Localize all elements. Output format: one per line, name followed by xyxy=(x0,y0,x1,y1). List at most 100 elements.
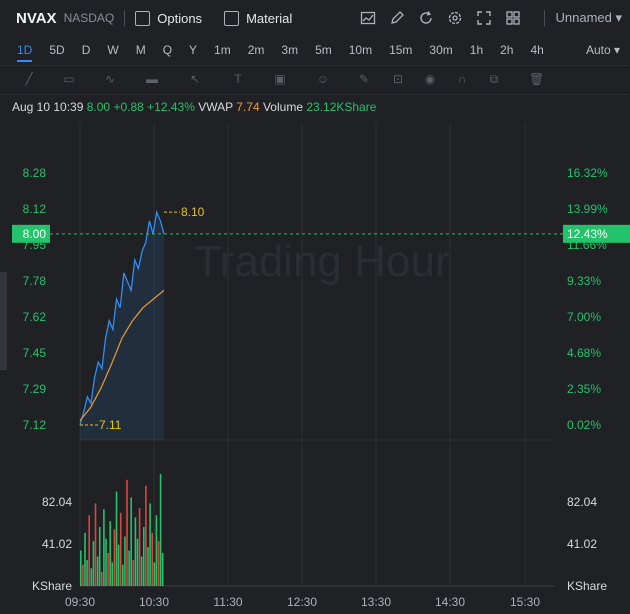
image-icon[interactable]: ▣ xyxy=(273,72,287,86)
timeframe-d[interactable]: D xyxy=(82,43,91,57)
timeframe-4h[interactable]: 4h xyxy=(530,43,543,57)
timeframe-w[interactable]: W xyxy=(107,43,118,57)
volume-bar xyxy=(113,529,116,586)
volume-bar xyxy=(147,547,149,586)
layout-name-label: Unnamed xyxy=(555,10,612,25)
timeframe-3m[interactable]: 3m xyxy=(281,43,298,57)
price-tick-label: 7.62 xyxy=(23,310,47,324)
layout-name-dropdown[interactable]: Unnamed ▾ xyxy=(555,10,622,26)
volume-bar xyxy=(138,508,141,586)
pct-tick-label: 9.33% xyxy=(567,274,601,288)
high-marker-label: 8.10 xyxy=(181,205,205,219)
pct-tick-label: 16.32% xyxy=(567,166,608,180)
pen-icon[interactable]: ✎ xyxy=(357,72,371,86)
refresh-icon[interactable] xyxy=(418,10,434,26)
emoji-icon[interactable]: ☺ xyxy=(316,72,330,86)
volume-bar xyxy=(111,562,114,586)
time-tick-label: 09:30 xyxy=(65,595,95,609)
volume-tick-label: 41.02 xyxy=(42,537,72,551)
volume-bar xyxy=(84,532,86,586)
exchange-label: NASDAQ xyxy=(63,11,115,25)
volume-bar xyxy=(101,571,103,586)
lock-icon[interactable]: ⊡ xyxy=(391,72,405,86)
timeframe-2h[interactable]: 2h xyxy=(500,43,513,57)
volume-bar xyxy=(82,564,84,586)
timeframe-10m[interactable]: 10m xyxy=(349,43,372,57)
time-tick-label: 13:30 xyxy=(361,595,391,609)
ruler-icon[interactable]: ▬ xyxy=(145,72,159,86)
volume-bar xyxy=(105,538,107,586)
timeframe-1m[interactable]: 1m xyxy=(214,43,231,57)
volume-bar xyxy=(161,552,164,586)
options-label: Options xyxy=(157,10,203,26)
volume-unit-right: KShare xyxy=(567,579,607,593)
volume-tick-label-right: 41.02 xyxy=(567,537,597,551)
material-button[interactable]: Material xyxy=(224,10,292,26)
price-chart[interactable]: Trading Hour8.288.127.957.787.627.457.29… xyxy=(0,118,630,609)
vwap-label: VWAP xyxy=(198,100,233,114)
quote-change-pct: +12.43% xyxy=(147,100,195,114)
pct-tick-label: 13.99% xyxy=(567,202,608,216)
timeframe-5d[interactable]: 5D xyxy=(49,43,64,57)
volume-bar xyxy=(155,515,158,586)
volume-bar xyxy=(107,552,109,586)
settings-gear-icon[interactable] xyxy=(447,10,463,26)
volume-value: 23.12KShare xyxy=(306,100,377,114)
divider xyxy=(544,10,546,26)
edit-icon[interactable] xyxy=(389,10,405,26)
volume-bar xyxy=(119,512,122,586)
volume-bar xyxy=(122,564,124,586)
timeframe-m[interactable]: M xyxy=(136,43,146,57)
timeframe-30m[interactable]: 30m xyxy=(429,43,452,57)
timeframe-5m[interactable]: 5m xyxy=(315,43,332,57)
copy-icon[interactable]: ⧉ xyxy=(487,72,501,86)
scale-mode-dropdown[interactable]: Auto ▾ xyxy=(569,43,620,57)
volume-bar xyxy=(128,550,130,586)
rectangle-icon[interactable]: ▭ xyxy=(62,72,76,86)
timeframe-2m[interactable]: 2m xyxy=(248,43,265,57)
volume-bar xyxy=(124,536,126,586)
drawing-toolbar: ╱ ▭ ∿ ▬ ↖ T ▣ ☺ ✎ ⊡ ◉ ∩ ⧉ 🗑 xyxy=(0,65,630,95)
options-button[interactable]: Options xyxy=(135,10,203,26)
last-price-badge-text: 8.00 xyxy=(23,227,47,241)
volume-bar xyxy=(86,560,88,586)
price-tick-label: 7.12 xyxy=(23,418,47,432)
chart-area[interactable]: Trading Hour 8.28 8.12 7.95 7.78 7.62 7.45 7.29… xyxy=(0,118,630,614)
volume-tick-label-right: 82.04 xyxy=(567,495,597,509)
volume-bar xyxy=(153,562,156,586)
text-icon[interactable]: T xyxy=(231,72,245,86)
volume-bar xyxy=(136,538,139,586)
price-tick-label: 7.29 xyxy=(23,382,47,396)
volume-bar xyxy=(140,556,143,586)
arrow-icon[interactable]: ↖ xyxy=(188,72,202,86)
volume-label: Volume xyxy=(262,100,303,114)
timeframe-y[interactable]: Y xyxy=(189,43,197,57)
magnet-icon[interactable]: ∩ xyxy=(455,72,469,86)
layout-icon[interactable] xyxy=(505,10,521,26)
last-pct-badge-text: 12.43% xyxy=(567,227,608,241)
quote-datetime: Aug 10 10:39 xyxy=(12,100,84,114)
timeframe-15m[interactable]: 15m xyxy=(389,43,412,57)
volume-bar xyxy=(117,544,120,586)
pct-tick-label: 0.02% xyxy=(567,418,601,432)
material-icon xyxy=(224,10,240,26)
symbol-label[interactable]: NVAX xyxy=(16,10,57,27)
timeframe-1d[interactable]: 1D xyxy=(17,43,33,62)
volume-bar xyxy=(96,556,99,586)
watermark: Trading Hour xyxy=(194,237,449,286)
volume-bar xyxy=(126,479,128,586)
volume-bar xyxy=(132,560,135,586)
timeframe-1h[interactable]: 1h xyxy=(470,43,483,57)
timeframe-q[interactable]: Q xyxy=(163,43,172,57)
eye-icon[interactable]: ◉ xyxy=(423,72,437,86)
time-tick-label: 15:30 xyxy=(510,595,540,609)
price-area xyxy=(80,212,164,440)
volume-bar xyxy=(90,568,93,586)
trendline-icon[interactable]: ╱ xyxy=(22,72,36,86)
pct-tick-label: 7.00% xyxy=(567,310,601,324)
pattern-icon[interactable]: ∿ xyxy=(103,72,117,86)
fullscreen-icon[interactable] xyxy=(476,10,492,26)
volume-bar xyxy=(115,491,118,586)
trash-icon[interactable]: 🗑 xyxy=(529,72,544,86)
chart-type-icon[interactable] xyxy=(360,10,376,26)
